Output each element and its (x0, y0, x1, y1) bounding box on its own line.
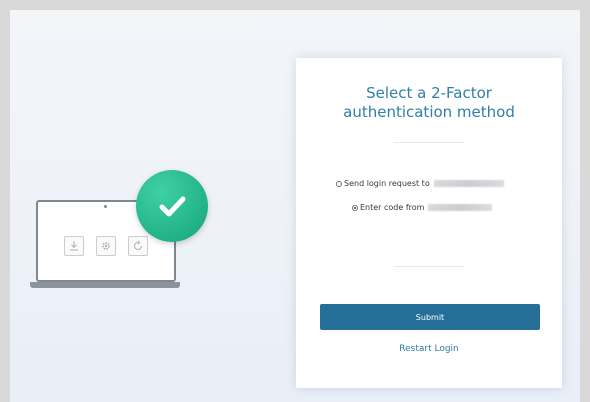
divider-top (394, 142, 464, 143)
option-send-request[interactable]: Send login request to (336, 179, 504, 188)
title-line-1: Select a 2-Factor (366, 84, 492, 102)
login-page: Select a 2-Factor authentication method … (10, 10, 580, 402)
redacted-device-name (433, 180, 504, 187)
title-line-2: authentication method (343, 103, 515, 121)
two-factor-card: Select a 2-Factor authentication method … (296, 58, 562, 388)
check-icon (136, 170, 208, 242)
download-icon (64, 236, 84, 256)
submit-button[interactable]: Submit (320, 304, 540, 330)
page-title: Select a 2-Factor authentication method (296, 84, 562, 122)
option-enter-code[interactable]: Enter code from (352, 203, 493, 212)
laptop-camera (104, 205, 107, 208)
option-send-request-label: Send login request to (344, 179, 430, 188)
radio-send-request[interactable] (336, 180, 342, 187)
laptop-base (30, 282, 180, 288)
radio-enter-code[interactable] (352, 204, 358, 211)
restart-login-link[interactable]: Restart Login (296, 344, 562, 354)
gear-icon (96, 236, 116, 256)
refresh-icon (128, 236, 148, 256)
redacted-app-name (428, 204, 493, 211)
option-enter-code-label: Enter code from (360, 203, 425, 212)
divider-bottom (394, 266, 464, 267)
